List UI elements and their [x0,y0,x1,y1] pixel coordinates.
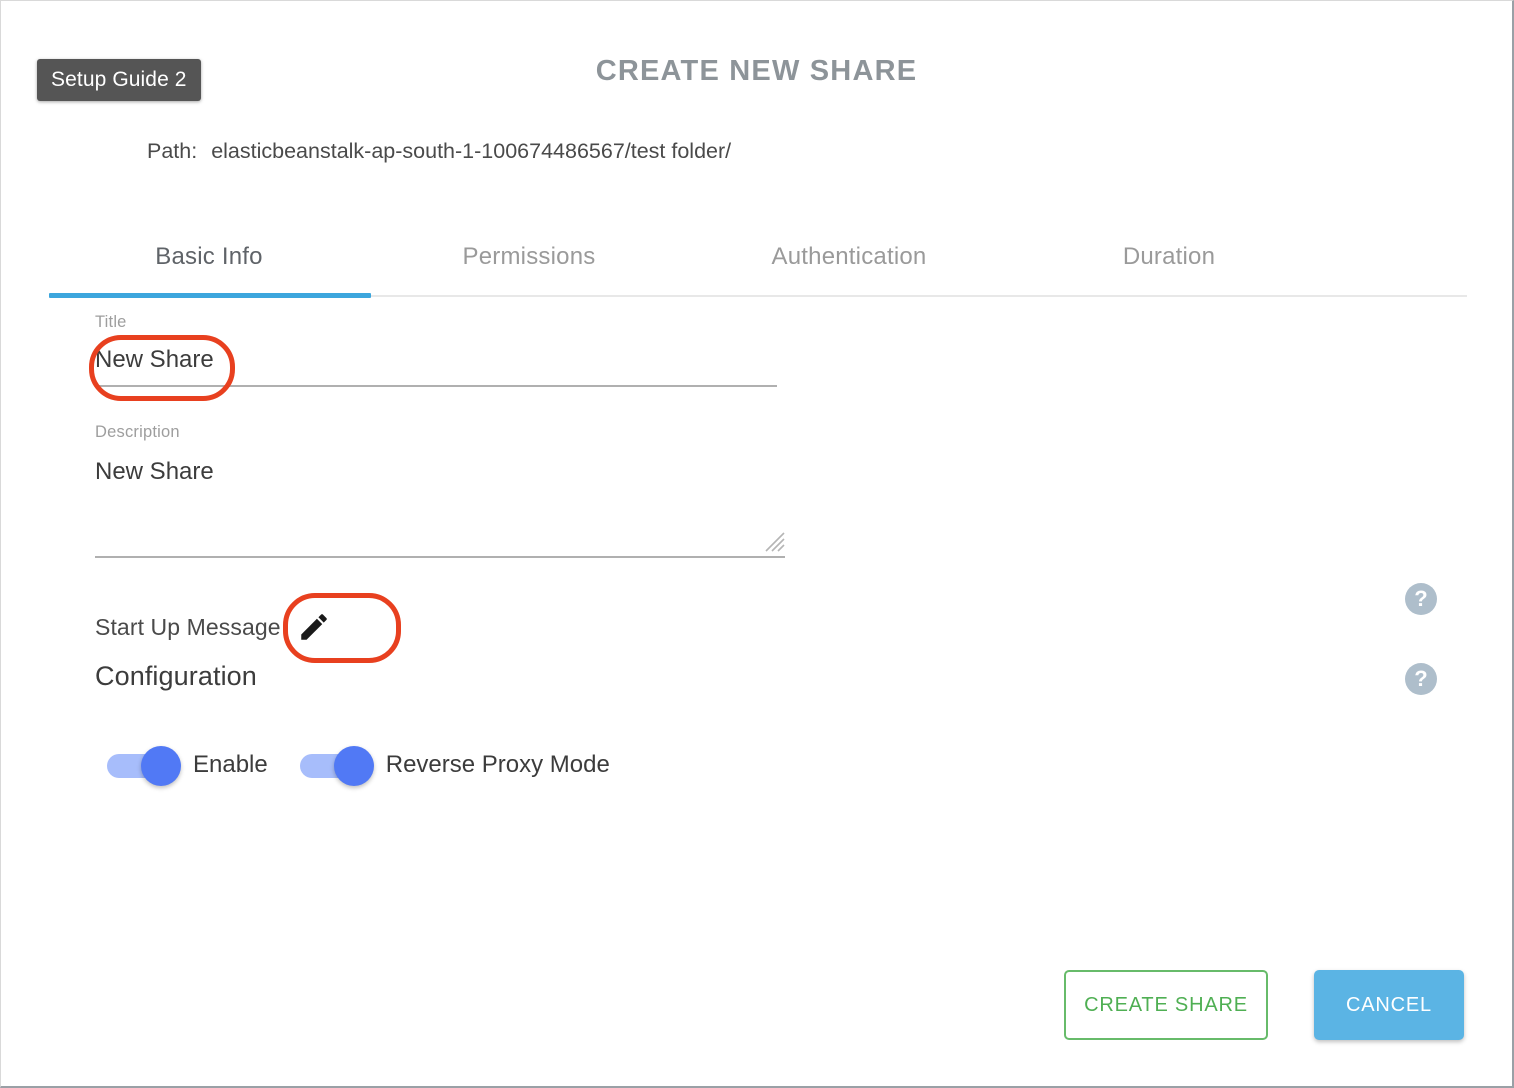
help-icon-startup-message[interactable]: ? [1405,583,1437,615]
toggle-reverse-proxy-label: Reverse Proxy Mode [385,751,610,778]
resize-handle-icon[interactable] [763,530,785,552]
tab-bar: Basic Info Permissions Authentication Du… [49,219,1467,301]
startup-message-row: Start Up Message [95,599,341,655]
toggle-switch-icon[interactable] [299,746,374,786]
tab-authentication[interactable]: Authentication [689,243,1009,271]
toggle-knob [333,746,374,786]
description-underline [95,532,785,558]
path-label: Path: [147,139,198,163]
pencil-icon[interactable] [287,600,341,654]
title-input-underline [95,385,777,387]
dialog-footer: CREATE SHARE CANCEL [1064,970,1464,1040]
description-field-group: Description New Share [95,423,785,558]
tab-basic-info[interactable]: Basic Info [49,243,369,271]
tab-active-indicator [49,293,371,298]
title-field-label: Title [95,313,127,331]
tab-duration[interactable]: Duration [1009,243,1329,271]
description-textarea[interactable]: New Share [95,442,785,556]
startup-message-label: Start Up Message [95,613,281,640]
create-share-button[interactable]: CREATE SHARE [1064,970,1268,1040]
page-title: CREATE NEW SHARE [595,55,918,87]
cancel-button[interactable]: CANCEL [1314,970,1464,1040]
help-icon-configuration[interactable]: ? [1405,663,1437,695]
create-new-share-dialog: Setup Guide 2 CREATE NEW SHARE Path: elas… [0,0,1514,1088]
configuration-toggles: Enable Reverse Proxy Mode [107,746,642,786]
title-input[interactable]: New Share [95,332,781,376]
toggle-switch-icon[interactable] [107,746,181,786]
toggle-knob [141,746,181,786]
title-field-group: Title New Share [95,313,781,387]
toggle-enable[interactable]: Enable [107,746,268,786]
toggle-enable-label: Enable [193,751,268,778]
path-row: Path: elasticbeanstalk-ap-south-1-1006744… [147,139,731,164]
path-value: elasticbeanstalk-ap-south-1-100674486567… [211,139,732,163]
tab-permissions[interactable]: Permissions [369,243,689,271]
description-field-label: Description [95,423,180,441]
toggle-reverse-proxy-mode[interactable]: Reverse Proxy Mode [299,746,610,786]
configuration-heading: Configuration [95,661,257,691]
